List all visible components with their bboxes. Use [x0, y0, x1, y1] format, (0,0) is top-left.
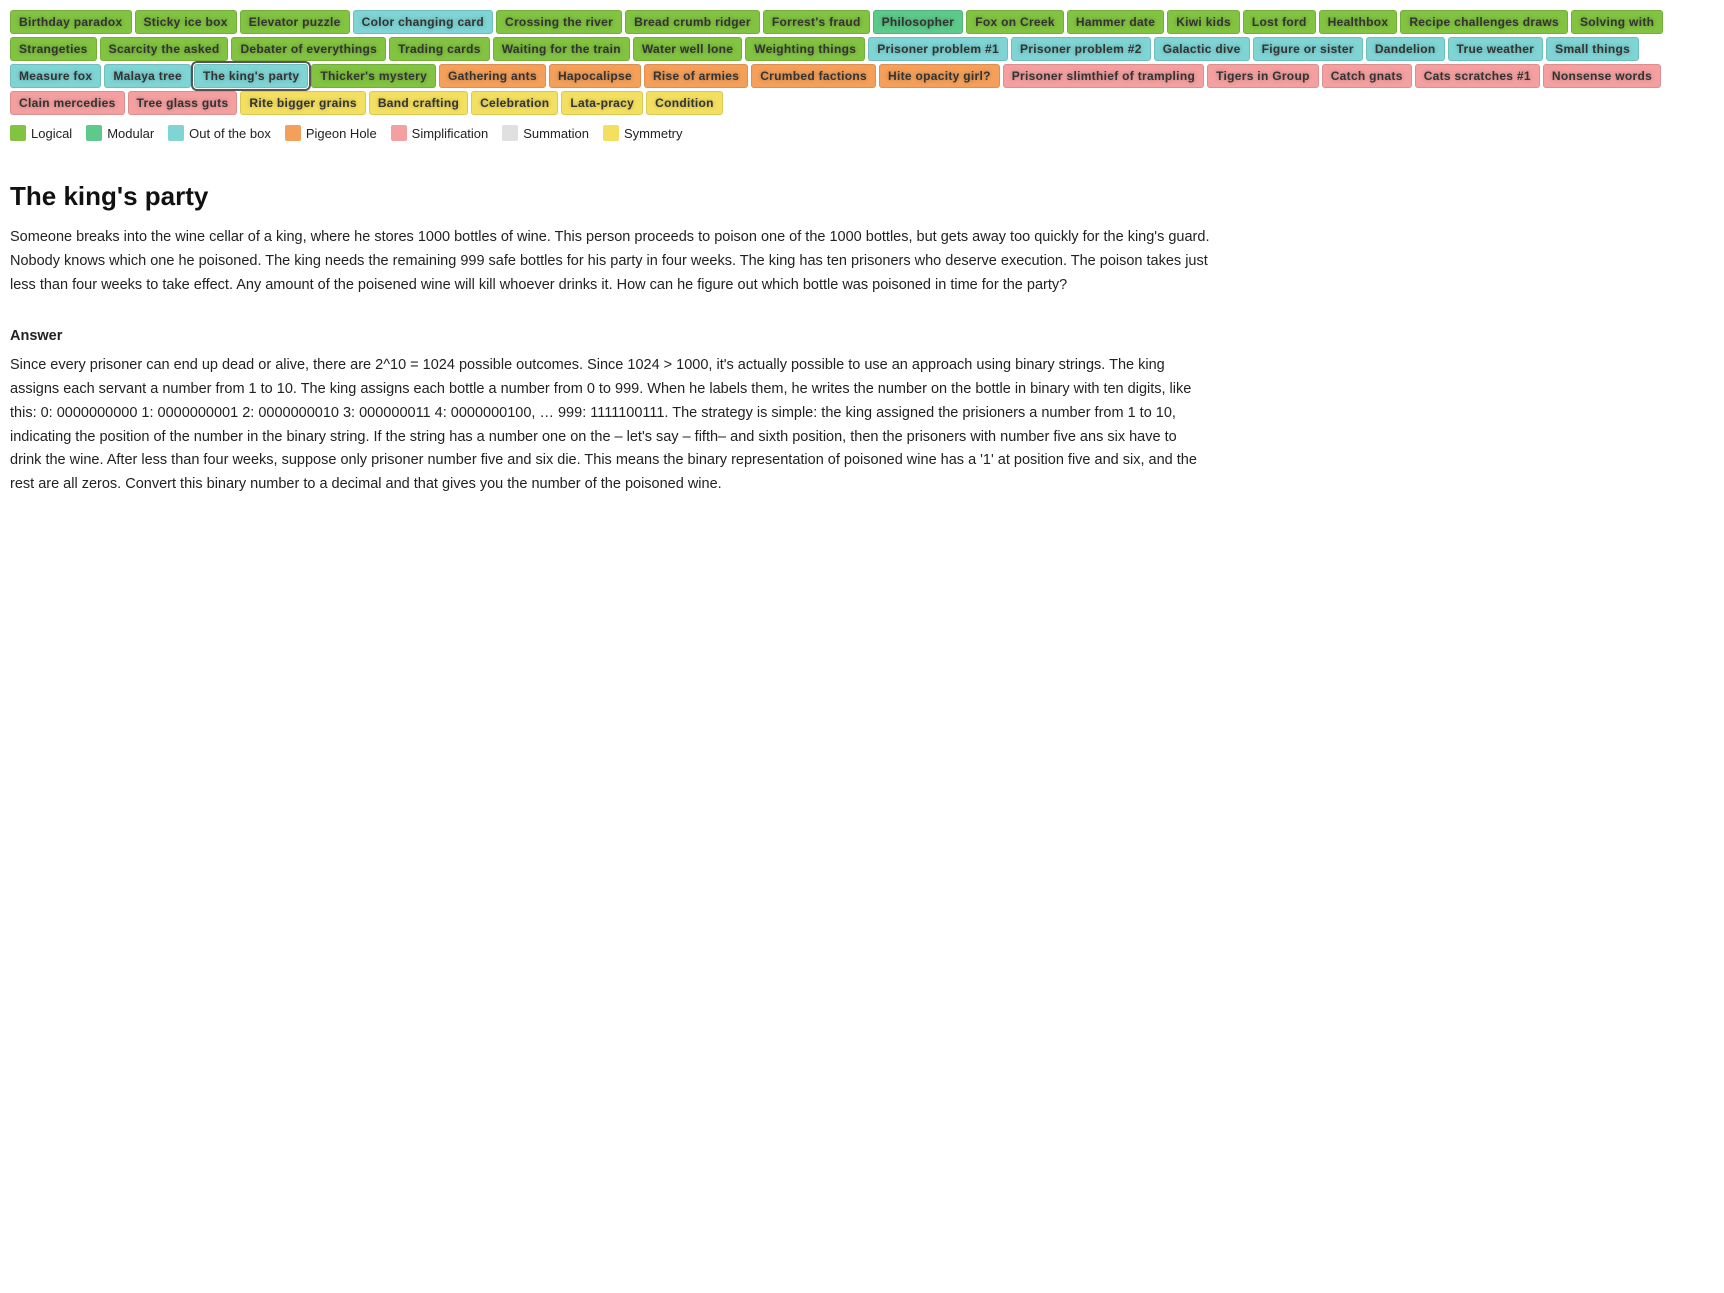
tag-item[interactable]: Scarcity the asked [100, 37, 229, 61]
tag-item[interactable]: Nonsense words [1543, 64, 1661, 88]
tag-item[interactable]: Crossing the river [496, 10, 622, 34]
tag-item[interactable]: Lata-pracy [561, 91, 643, 115]
tag-item[interactable]: Fox on Creek [966, 10, 1064, 34]
legend-swatch [603, 125, 619, 141]
tag-item[interactable]: Gathering ants [439, 64, 546, 88]
puzzle-body: Someone breaks into the wine cellar of a… [10, 226, 1210, 298]
tag-item[interactable]: Celebration [471, 91, 558, 115]
tag-item[interactable]: Healthbox [1319, 10, 1398, 34]
legend-label: Simplification [412, 126, 489, 141]
legend-label: Out of the box [189, 126, 271, 141]
tag-item[interactable]: Sticky ice box [135, 10, 237, 34]
tag-item[interactable]: Galactic dive [1154, 37, 1250, 61]
tag-item[interactable]: Debater of everythings [231, 37, 386, 61]
tag-item[interactable]: Water well lone [633, 37, 742, 61]
legend-item[interactable]: Modular [86, 125, 154, 141]
legend-label: Summation [523, 126, 589, 141]
tag-item[interactable]: Prisoner slimthief of trampling [1003, 64, 1204, 88]
legend-swatch [86, 125, 102, 141]
answer-section: Answer Since every prisoner can end up d… [10, 328, 1210, 498]
main-content: The king's party Someone breaks into the… [10, 171, 1210, 507]
tag-item[interactable]: Trading cards [389, 37, 490, 61]
puzzle-title: The king's party [10, 181, 1210, 212]
tag-item[interactable]: True weather [1448, 37, 1544, 61]
tag-item[interactable]: Rise of armies [644, 64, 748, 88]
legend-item[interactable]: Out of the box [168, 125, 271, 141]
tag-grid: Birthday paradoxSticky ice boxElevator p… [10, 10, 1714, 115]
tag-item[interactable]: Dandelion [1366, 37, 1445, 61]
tag-item[interactable]: Recipe challenges draws [1400, 10, 1568, 34]
tag-item[interactable]: Kiwi kids [1167, 10, 1240, 34]
tag-item[interactable]: Philosopher [873, 10, 964, 34]
tag-item[interactable]: Birthday paradox [10, 10, 132, 34]
tag-item[interactable]: Condition [646, 91, 723, 115]
tag-item[interactable]: Prisoner problem #2 [1011, 37, 1151, 61]
legend-item[interactable]: Logical [10, 125, 72, 141]
legend-label: Modular [107, 126, 154, 141]
tag-item[interactable]: Catch gnats [1322, 64, 1412, 88]
legend-label: Pigeon Hole [306, 126, 377, 141]
tag-item[interactable]: Malaya tree [104, 64, 191, 88]
legend-swatch [391, 125, 407, 141]
answer-body: Since every prisoner can end up dead or … [10, 354, 1210, 498]
tag-item[interactable]: Measure fox [10, 64, 101, 88]
tag-item[interactable]: Hapocalipse [549, 64, 641, 88]
legend-label: Logical [31, 126, 72, 141]
legend-item[interactable]: Simplification [391, 125, 489, 141]
tag-item[interactable]: Waiting for the train [493, 37, 630, 61]
tag-item[interactable]: Strangeties [10, 37, 97, 61]
legend-swatch [502, 125, 518, 141]
tag-item[interactable]: Color changing card [353, 10, 493, 34]
answer-label: Answer [10, 328, 1210, 344]
tag-item[interactable]: Figure or sister [1253, 37, 1363, 61]
tag-item[interactable]: Crumbed factions [751, 64, 876, 88]
legend-swatch [285, 125, 301, 141]
tag-item[interactable]: Tigers in Group [1207, 64, 1319, 88]
tag-item[interactable]: Hammer date [1067, 10, 1164, 34]
tag-item[interactable]: The king's party [194, 64, 308, 88]
tag-item[interactable]: Clain mercedies [10, 91, 125, 115]
tag-item[interactable]: Tree glass guts [128, 91, 238, 115]
tag-item[interactable]: Cats scratches #1 [1415, 64, 1540, 88]
legend-label: Symmetry [624, 126, 683, 141]
tag-item[interactable]: Prisoner problem #1 [868, 37, 1008, 61]
tag-item[interactable]: Solving with [1571, 10, 1663, 34]
tag-item[interactable]: Lost ford [1243, 10, 1316, 34]
tag-item[interactable]: Band crafting [369, 91, 468, 115]
tag-item[interactable]: Forrest's fraud [763, 10, 870, 34]
tag-item[interactable]: Weighting things [745, 37, 865, 61]
legend-swatch [10, 125, 26, 141]
legend-item[interactable]: Summation [502, 125, 589, 141]
tag-item[interactable]: Thicker's mystery [311, 64, 436, 88]
legend-item[interactable]: Symmetry [603, 125, 683, 141]
legend: Logical Modular Out of the box Pigeon Hole S… [10, 125, 1714, 141]
legend-item[interactable]: Pigeon Hole [285, 125, 377, 141]
tag-item[interactable]: Hite opacity girl? [879, 64, 1000, 88]
tag-item[interactable]: Elevator puzzle [240, 10, 350, 34]
tag-item[interactable]: Bread crumb ridger [625, 10, 760, 34]
tag-item[interactable]: Rite bigger grains [240, 91, 365, 115]
tag-item[interactable]: Small things [1546, 37, 1639, 61]
legend-swatch [168, 125, 184, 141]
